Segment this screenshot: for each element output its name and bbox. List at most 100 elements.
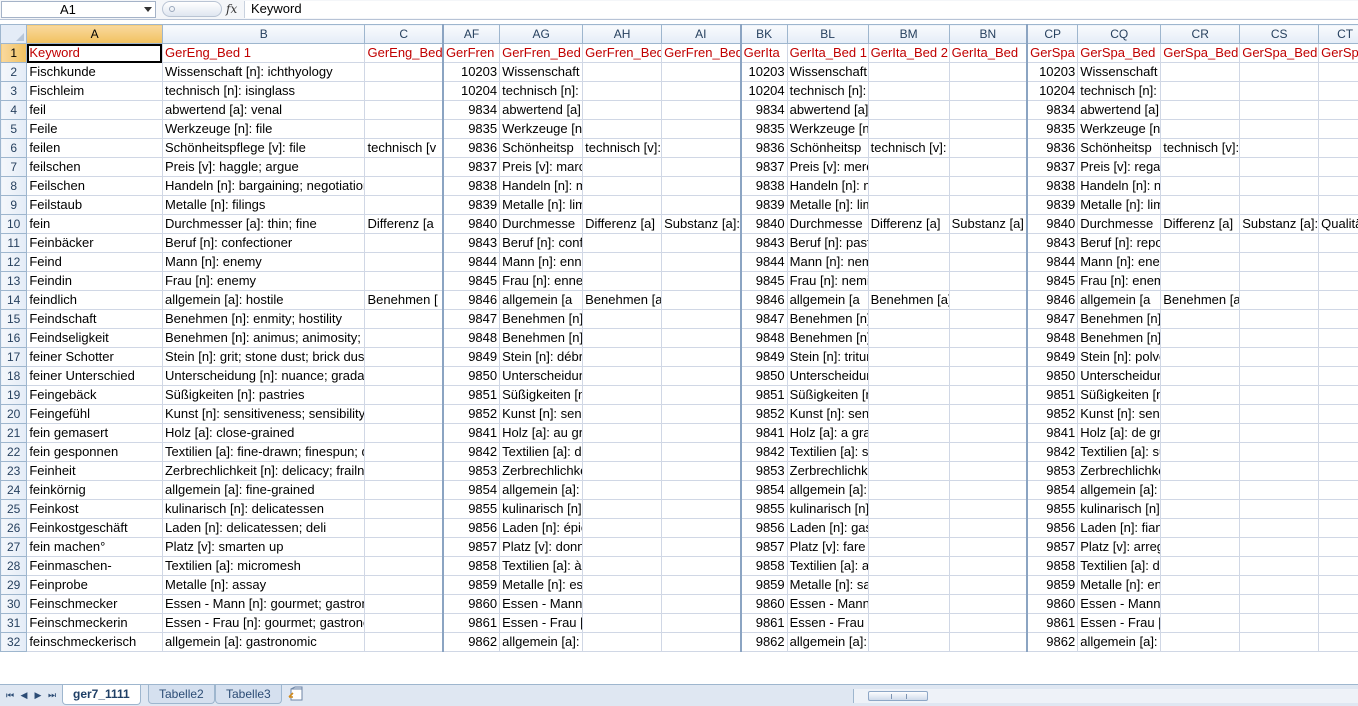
cell-ct31[interactable] [1318, 613, 1358, 633]
cell-cs32[interactable] [1239, 632, 1320, 652]
cell-cs15[interactable] [1239, 309, 1320, 329]
cell-bk29[interactable]: 9859 [739, 575, 788, 595]
cell-cq10[interactable]: Durchmesse [1077, 214, 1162, 234]
cell-a20[interactable]: Feingefühl [26, 404, 163, 424]
cell-cp20[interactable]: 9852 [1026, 404, 1079, 424]
cell-a29[interactable]: Feinprobe [26, 575, 163, 595]
cell-cr29[interactable] [1160, 575, 1241, 595]
column-header-a[interactable]: A [26, 24, 163, 44]
cell-b6[interactable]: Schönheitspflege [v]: file [161, 138, 366, 158]
cell-bn29[interactable] [948, 575, 1028, 595]
cell-ai9[interactable] [661, 195, 742, 215]
cell-ct10[interactable]: Qualität [1318, 214, 1358, 234]
column-header-c[interactable]: C [364, 24, 444, 44]
cell-ah18[interactable] [582, 366, 663, 386]
cell-b23[interactable]: Zerbrechlichkeit [n]: delicacy; frailnes… [161, 461, 366, 481]
cell-bk7[interactable]: 9837 [739, 157, 788, 177]
cell-a3[interactable]: Fischleim [26, 81, 163, 101]
sheet-tab-tabelle2[interactable]: Tabelle2 [148, 685, 215, 704]
cell-ai10[interactable]: Substanz [a]: [661, 214, 742, 234]
cell-b3[interactable]: technisch [n]: isinglass [161, 81, 366, 101]
cell-cr24[interactable] [1160, 480, 1241, 500]
cell-ag12[interactable]: Mann [n]: ennemi [m] [499, 252, 584, 272]
cell-bl18[interactable]: Unterscheidung [n]: sfumatura [f] [786, 366, 869, 386]
cell-af30[interactable]: 9860 [441, 594, 501, 614]
cell-cs25[interactable] [1239, 499, 1320, 519]
cell-cs27[interactable] [1239, 537, 1320, 557]
cell-bn1[interactable]: GerIta_Bed [948, 43, 1028, 63]
cell-af2[interactable]: 10203 [441, 62, 501, 82]
row-header[interactable]: 2 [0, 62, 28, 82]
cell-ah11[interactable] [582, 233, 663, 253]
cell-cr26[interactable] [1160, 518, 1241, 538]
cell-ai13[interactable] [661, 271, 742, 291]
cell-ah2[interactable] [582, 62, 663, 82]
cell-cs21[interactable] [1239, 423, 1320, 443]
cell-cp5[interactable]: 9835 [1026, 119, 1079, 139]
cell-cs26[interactable] [1239, 518, 1320, 538]
cell-ah17[interactable] [582, 347, 663, 367]
cell-a13[interactable]: Feindin [26, 271, 163, 291]
cell-af20[interactable]: 9852 [441, 404, 501, 424]
cell-cq8[interactable]: Handeln [n]: negociación [f]; regateo [m… [1077, 176, 1162, 196]
cell-c18[interactable] [364, 366, 444, 386]
cell-ag8[interactable]: Handeln [n]: marchandage [m]; négoci [499, 176, 584, 196]
cell-cr12[interactable] [1160, 252, 1241, 272]
scroll-thumb[interactable] [868, 691, 928, 701]
cell-bk31[interactable]: 9861 [739, 613, 788, 633]
cell-ah22[interactable] [582, 442, 663, 462]
column-header-cp[interactable]: CP [1026, 24, 1079, 44]
cell-cp27[interactable]: 9857 [1026, 537, 1079, 557]
column-header-b[interactable]: B [161, 24, 366, 44]
cell-bl15[interactable]: Benehmen [n]: inimicizia [f]; ostilità [… [786, 309, 869, 329]
cell-a19[interactable]: Feingebäck [26, 385, 163, 405]
cell-ag29[interactable]: Metalle [n]: essai [m] [499, 575, 584, 595]
cell-ai22[interactable] [661, 442, 742, 462]
cell-ai14[interactable] [661, 290, 742, 310]
cell-cp23[interactable]: 9853 [1026, 461, 1079, 481]
cell-c26[interactable] [364, 518, 444, 538]
cell-cs19[interactable] [1239, 385, 1320, 405]
cell-c21[interactable] [364, 423, 444, 443]
cell-b31[interactable]: Essen - Frau [n]: gourmet; gastronome; e… [161, 613, 366, 633]
cell-c20[interactable] [364, 404, 444, 424]
cell-b20[interactable]: Kunst [n]: sensitiveness; sensibility [f… [161, 404, 366, 424]
cell-cr15[interactable] [1160, 309, 1241, 329]
cell-af25[interactable]: 9855 [441, 499, 501, 519]
cell-bm10[interactable]: Differenz [a] [867, 214, 950, 234]
cell-a30[interactable]: Feinschmecker [26, 594, 163, 614]
cell-ah4[interactable] [582, 100, 663, 120]
cell-bm29[interactable] [867, 575, 950, 595]
cell-bl27[interactable]: Platz [v]: fare bello; abbellire [786, 537, 869, 557]
cell-b15[interactable]: Benehmen [n]: enmity; hostility [161, 309, 366, 329]
cell-c23[interactable] [364, 461, 444, 481]
cell-ag23[interactable]: Zerbrechlichkeit [n]: délicatesse [f]; f… [499, 461, 584, 481]
cell-bk11[interactable]: 9843 [739, 233, 788, 253]
cell-ah15[interactable] [582, 309, 663, 329]
cell-bk6[interactable]: 9836 [739, 138, 788, 158]
cell-ct14[interactable] [1318, 290, 1358, 310]
cell-a2[interactable]: Fischkunde [26, 62, 163, 82]
column-header-cr[interactable]: CR [1160, 24, 1241, 44]
cell-cp11[interactable]: 9843 [1026, 233, 1079, 253]
cell-cq21[interactable]: Holz [a]: de grano fino [1077, 423, 1162, 443]
cell-ah3[interactable] [582, 81, 663, 101]
cell-ct9[interactable] [1318, 195, 1358, 215]
cell-bk16[interactable]: 9848 [739, 328, 788, 348]
formula-input[interactable]: Keyword [244, 1, 1358, 18]
cell-cq18[interactable]: Unterscheidung [n]: matiz [m]; degradaci… [1077, 366, 1162, 386]
cell-bn5[interactable] [948, 119, 1028, 139]
cell-a8[interactable]: Feilschen [26, 176, 163, 196]
cell-bn11[interactable] [948, 233, 1028, 253]
cell-ct6[interactable] [1318, 138, 1358, 158]
column-header-ag[interactable]: AG [499, 24, 584, 44]
cell-af22[interactable]: 9842 [441, 442, 501, 462]
cell-af16[interactable]: 9848 [441, 328, 501, 348]
cell-ag31[interactable]: Essen - Frau [n]: gourmet [m]; gastronc [499, 613, 584, 633]
row-header[interactable]: 32 [0, 632, 28, 652]
cell-ai5[interactable] [661, 119, 742, 139]
cell-ah30[interactable] [582, 594, 663, 614]
cell-ag17[interactable]: Stein [n]: débris [mp]; poussière [f] [499, 347, 584, 367]
cell-ai4[interactable] [661, 100, 742, 120]
cell-bk32[interactable]: 9862 [739, 632, 788, 652]
